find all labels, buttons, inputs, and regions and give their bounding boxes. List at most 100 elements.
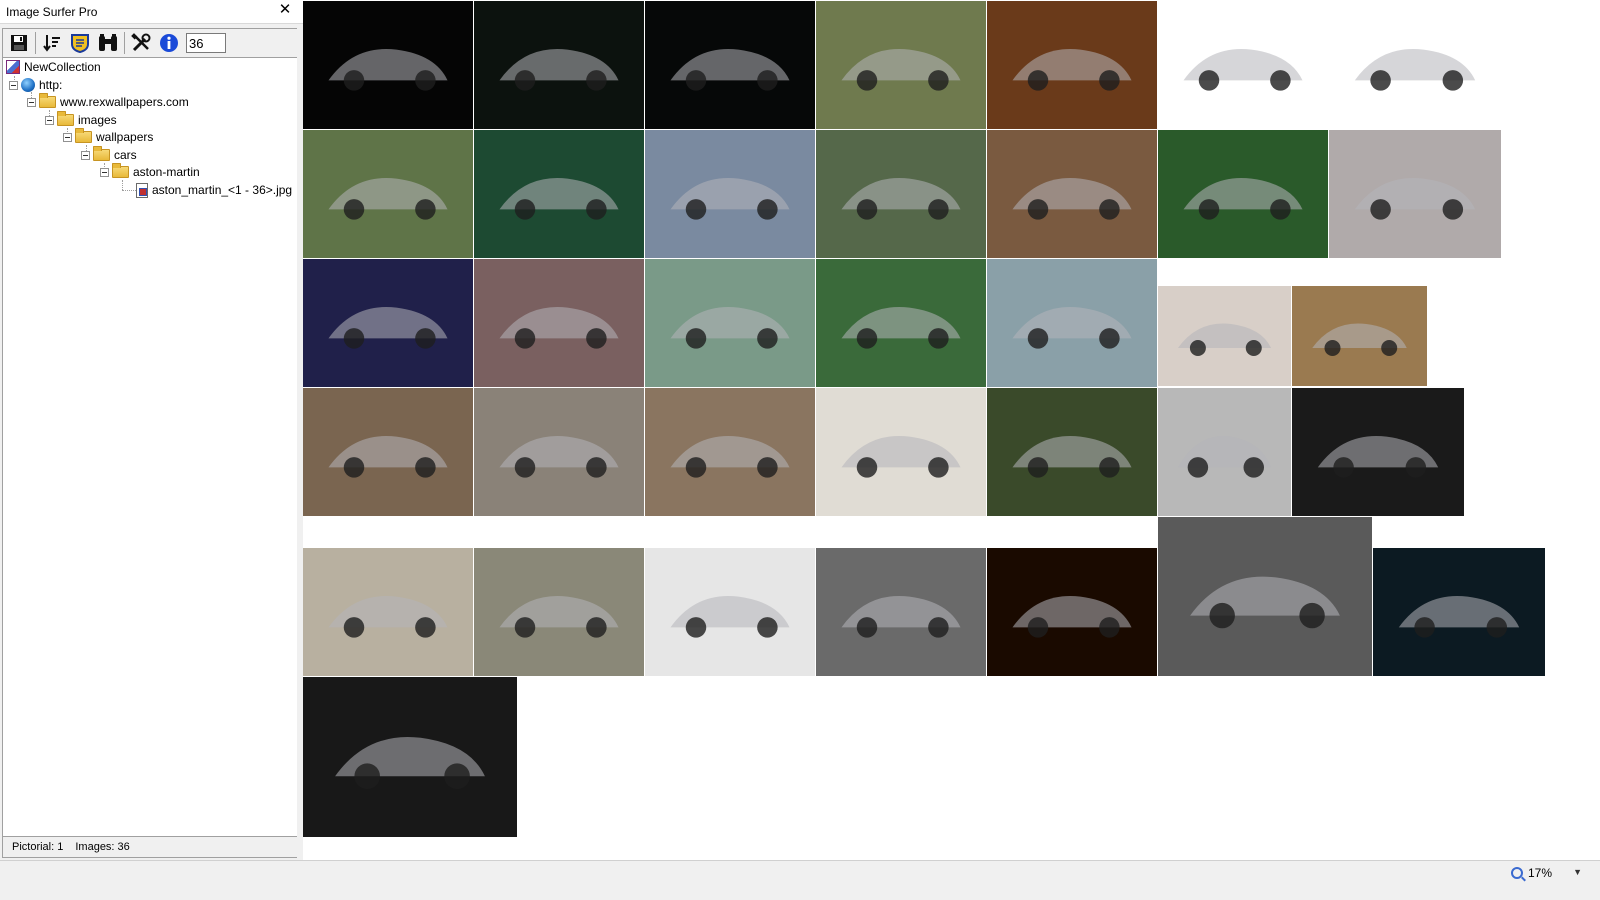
thumbnail[interactable] <box>303 388 473 516</box>
tree-connector <box>122 190 136 191</box>
car-photo-icon <box>1317 436 1439 478</box>
car-photo-icon <box>1177 323 1272 356</box>
tree-label: wallpapers <box>96 130 154 144</box>
binoculars-icon <box>98 34 117 51</box>
tree-label: aston_martin_<1 - 36>.jpg <box>152 183 293 197</box>
thumbnail[interactable] <box>1158 286 1291 386</box>
thumbnail[interactable] <box>303 259 473 387</box>
toolbar-separator <box>124 32 125 54</box>
car-photo-icon <box>328 49 448 91</box>
collapse-toggle[interactable] <box>81 150 90 160</box>
zoom-level: 17% <box>1527 866 1552 880</box>
tree-label: www.rexwallpapers.com <box>60 95 189 109</box>
car-photo-icon <box>670 436 790 478</box>
pictorial-count: Pictorial: 1 <box>12 841 64 853</box>
sort-arrows-icon <box>42 35 60 52</box>
thumbnail[interactable] <box>474 388 644 516</box>
filter-button[interactable] <box>67 31 92 55</box>
shield-list-icon <box>70 34 89 53</box>
thumbnail[interactable] <box>816 388 986 516</box>
car-photo-icon <box>1012 596 1132 638</box>
thumbnail[interactable] <box>645 1 815 129</box>
thumbnail[interactable] <box>987 259 1157 387</box>
thumbnail[interactable] <box>816 130 986 258</box>
collapse-toggle[interactable] <box>9 80 18 90</box>
tree-item-domain[interactable]: www.rexwallpapers.com <box>27 93 189 111</box>
thumbnail[interactable] <box>1373 548 1545 676</box>
thumbnail[interactable] <box>1292 388 1464 516</box>
thumbnail[interactable] <box>303 548 473 676</box>
thumbnail[interactable] <box>816 1 986 129</box>
thumbnail[interactable] <box>474 259 644 387</box>
tree-item-images[interactable]: images <box>45 111 117 129</box>
collapse-toggle[interactable] <box>100 167 109 177</box>
tree-item-collection[interactable]: NewCollection <box>6 58 101 76</box>
thumbnail[interactable] <box>474 548 644 676</box>
thumbnail[interactable] <box>987 130 1157 258</box>
car-photo-icon <box>328 436 448 478</box>
thumbnail[interactable] <box>303 677 517 837</box>
thumbnail[interactable] <box>645 548 815 676</box>
folder-icon <box>75 128 92 143</box>
thumbnail[interactable] <box>303 130 473 258</box>
panel-title-bar: Image Surfer Pro ✕ <box>0 0 304 24</box>
car-photo-icon <box>1312 323 1407 356</box>
save-button[interactable] <box>6 31 31 55</box>
collapse-toggle[interactable] <box>45 115 54 125</box>
folder-icon <box>39 93 56 108</box>
car-photo-icon <box>1012 49 1132 91</box>
car-photo-icon <box>1398 596 1520 638</box>
thumbnail[interactable] <box>1158 517 1372 676</box>
car-photo-icon <box>1012 307 1132 349</box>
thumbnail[interactable] <box>645 130 815 258</box>
thumbnail[interactable] <box>987 548 1157 676</box>
thumbnail[interactable] <box>645 259 815 387</box>
car-photo-icon <box>670 49 790 91</box>
collapse-toggle[interactable] <box>27 97 36 107</box>
tree-connector <box>122 180 123 190</box>
thumbnail[interactable] <box>303 1 473 129</box>
car-photo-icon <box>1012 178 1132 220</box>
thumbnail[interactable] <box>645 388 815 516</box>
thumbnail[interactable] <box>816 548 986 676</box>
count-input[interactable] <box>186 33 226 53</box>
zoom-control[interactable]: 17% <box>1510 866 1552 880</box>
close-button[interactable]: ✕ <box>276 1 294 19</box>
settings-button[interactable] <box>128 31 153 55</box>
tree-item-wallpapers[interactable]: wallpapers <box>63 128 153 146</box>
thumbnail[interactable] <box>474 130 644 258</box>
thumbnail[interactable] <box>1158 1 1328 129</box>
info-icon <box>159 34 178 52</box>
tree-item-file[interactable]: aston_martin_<1 - 36>.jpg <box>136 181 292 199</box>
car-photo-icon <box>499 436 619 478</box>
info-button[interactable] <box>156 31 181 55</box>
tree-item-cars[interactable]: cars <box>81 146 137 164</box>
thumbnail[interactable] <box>1158 388 1291 516</box>
folder-icon <box>112 163 129 178</box>
thumbnail[interactable] <box>1329 1 1501 129</box>
folder-icon <box>93 146 110 161</box>
car-photo-icon <box>1183 178 1303 220</box>
car-photo-icon <box>1190 576 1340 629</box>
car-photo-icon <box>335 737 485 789</box>
search-button[interactable] <box>95 31 120 55</box>
thumbnail[interactable] <box>816 259 986 387</box>
collapse-toggle[interactable] <box>63 132 72 142</box>
thumbnail[interactable] <box>1329 130 1501 258</box>
thumbnail[interactable] <box>987 1 1157 129</box>
car-photo-icon <box>841 436 961 478</box>
car-photo-icon <box>499 49 619 91</box>
thumbnail[interactable] <box>987 388 1157 516</box>
thumbnail[interactable] <box>1158 130 1328 258</box>
tree-item-http[interactable]: http: <box>9 76 62 94</box>
car-photo-icon <box>1177 436 1272 478</box>
left-status-bar: Pictorial: 1 Images: 36 <box>2 836 302 858</box>
tree-item-aston-martin[interactable]: aston-martin <box>100 163 200 181</box>
thumbnail[interactable] <box>474 1 644 129</box>
sort-button[interactable] <box>39 31 64 55</box>
magnifier-icon <box>1510 867 1523 879</box>
thumbnail-grid <box>303 0 1600 860</box>
thumbnail[interactable] <box>1292 286 1427 386</box>
zoom-dropdown-arrow[interactable]: ▼ <box>1573 867 1582 877</box>
car-photo-icon <box>1183 49 1303 91</box>
